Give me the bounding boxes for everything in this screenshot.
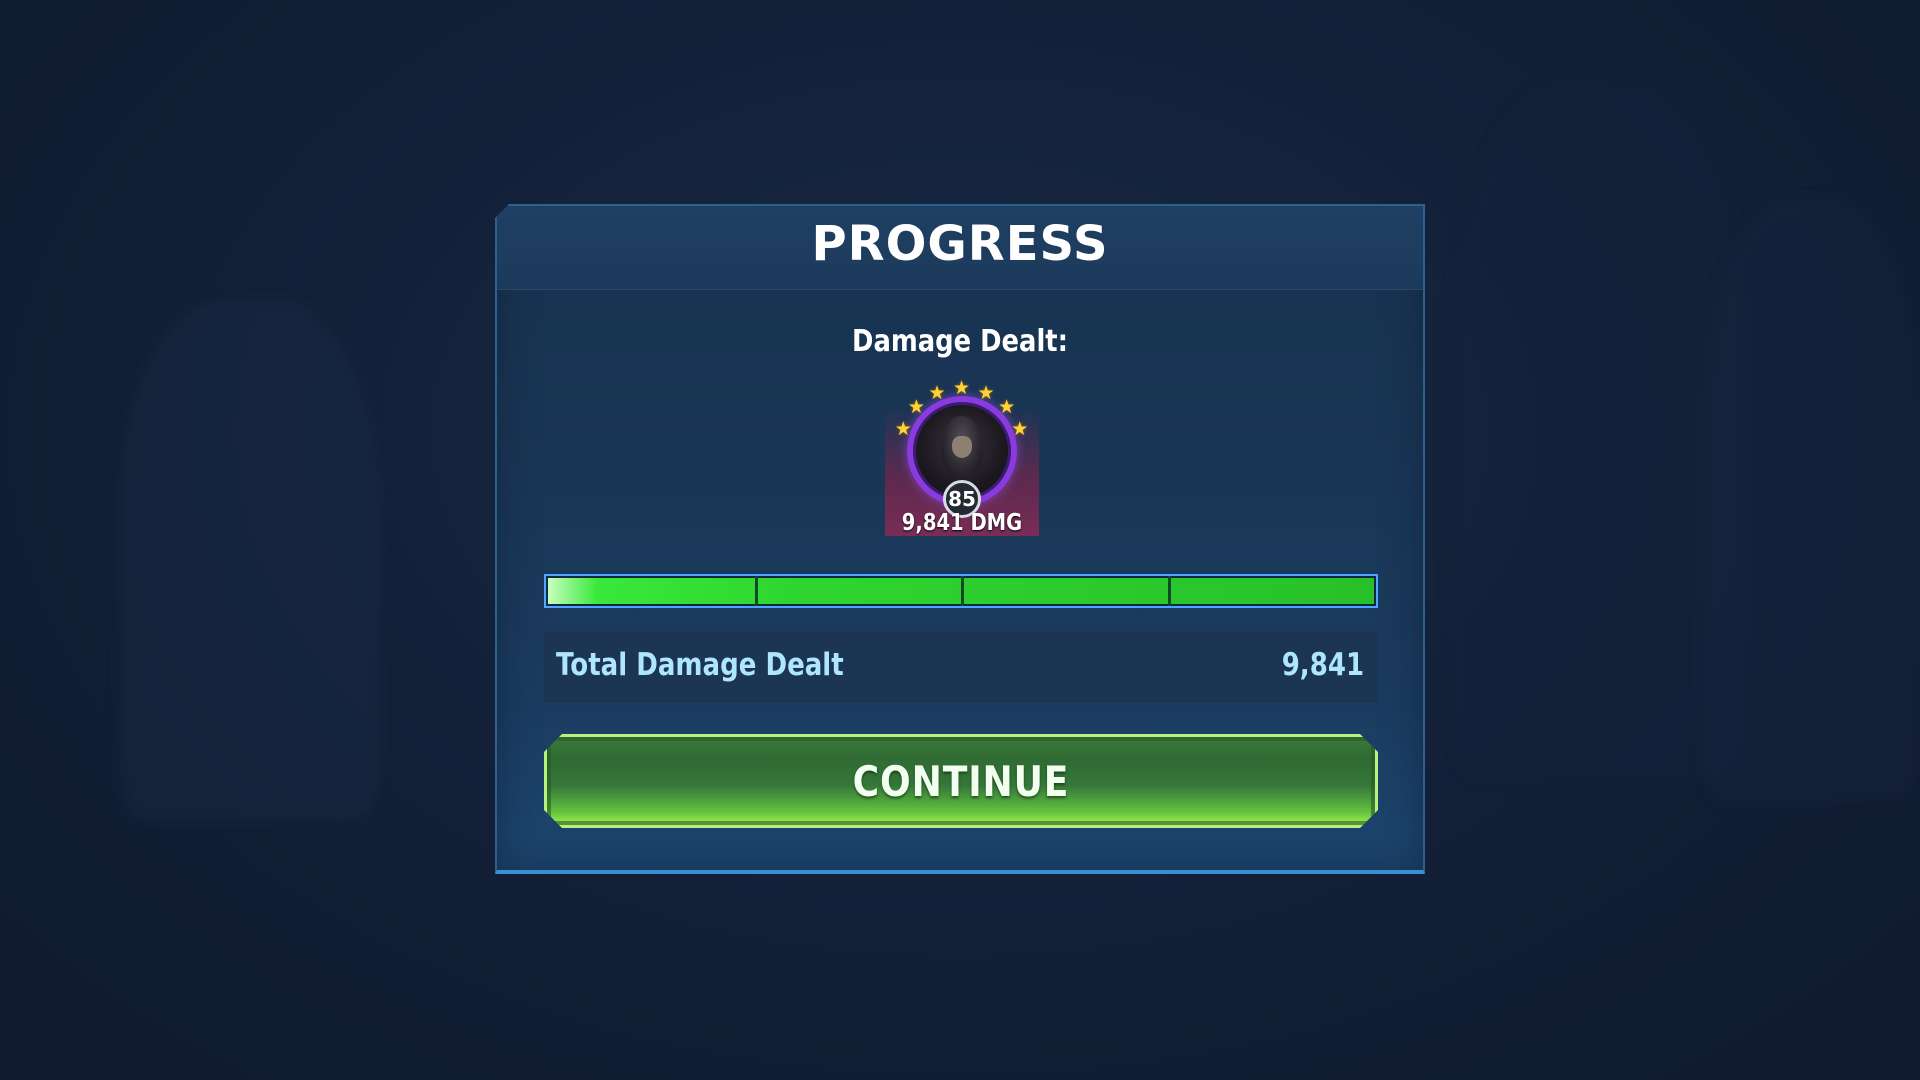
damage-progress-bar xyxy=(544,574,1378,608)
panel-header: PROGRESS xyxy=(497,206,1423,290)
star-icon: ★ xyxy=(894,417,912,440)
star-icon: ★ xyxy=(998,396,1016,419)
background-silhouette xyxy=(1700,200,1920,800)
total-damage-value: 9,841 xyxy=(1281,647,1364,683)
character-damage-text: 9,841 DMG xyxy=(901,510,1023,536)
character-portrait: ★ ★ ★ ★ ★ ★ ★ 85 9,841 DMG xyxy=(885,376,1039,536)
panel-title: PROGRESS xyxy=(811,216,1109,272)
character-face xyxy=(952,436,972,458)
star-icon: ★ xyxy=(928,382,946,405)
star-icon: ★ xyxy=(953,377,971,399)
damage-dealt-label: Damage Dealt: xyxy=(852,324,1068,359)
progress-bar-divider xyxy=(1167,576,1171,606)
progress-bar-divider xyxy=(754,576,758,606)
total-damage-label: Total Damage Dealt xyxy=(556,647,844,683)
continue-button[interactable]: CONTINUE xyxy=(544,734,1378,828)
progress-bar-divider xyxy=(961,576,964,606)
background-silhouette xyxy=(120,300,380,820)
star-icon: ★ xyxy=(907,396,925,419)
star-icon: ★ xyxy=(977,382,995,405)
progress-panel: PROGRESS Damage Dealt: ★ ★ ★ ★ ★ ★ ★ 85 9,841 … xyxy=(495,204,1425,874)
continue-button-label: CONTINUE xyxy=(852,757,1070,806)
total-damage-row: Total Damage Dealt 9,841 xyxy=(544,631,1378,703)
star-icon: ★ xyxy=(1011,417,1029,440)
